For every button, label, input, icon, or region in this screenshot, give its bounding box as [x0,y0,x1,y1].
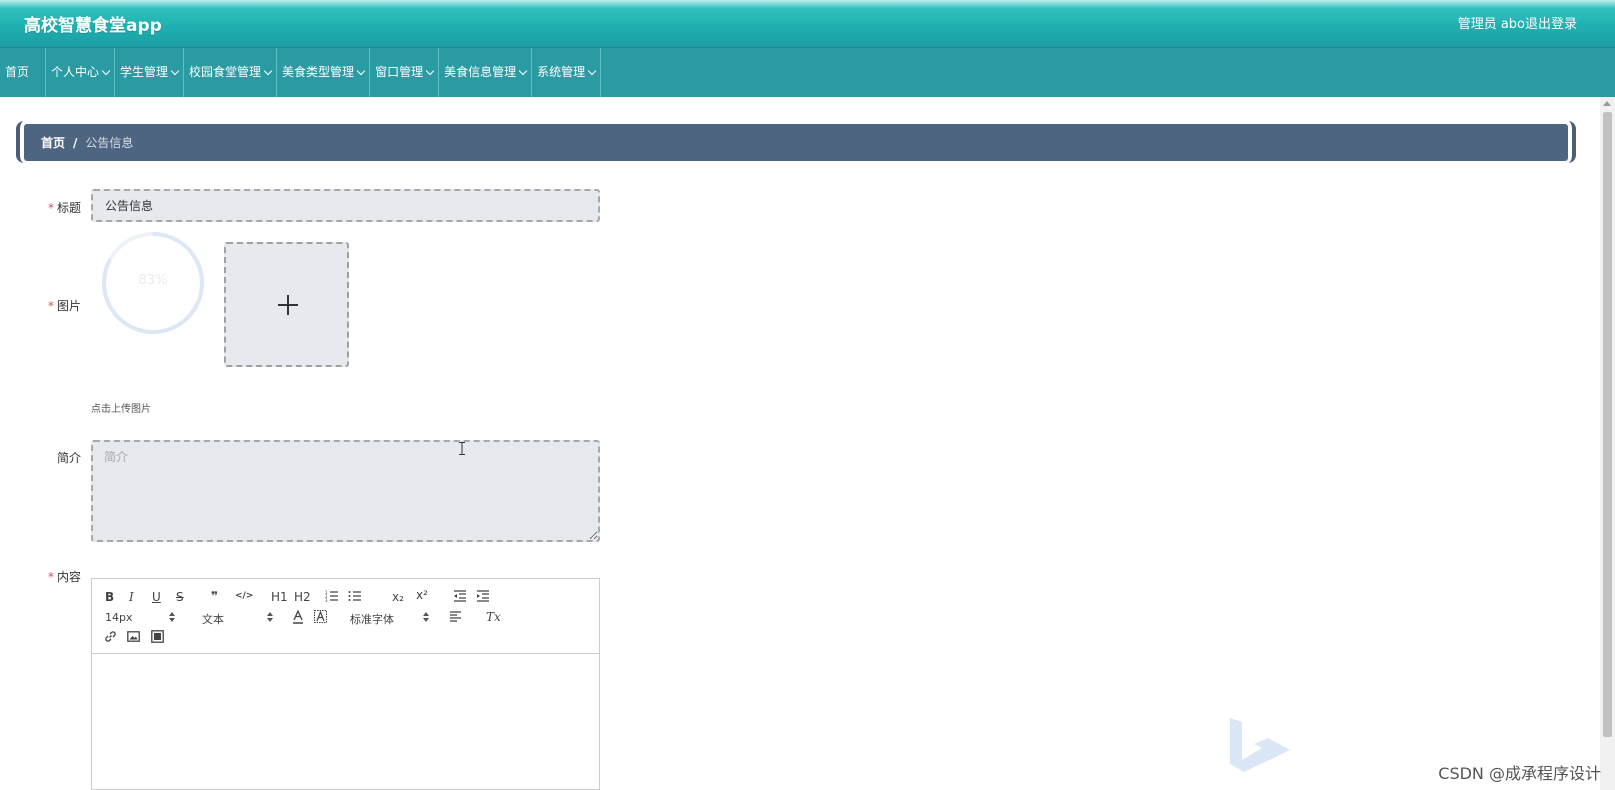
header-style-select[interactable]: 文本 [202,611,224,627]
nav-item-label: 美食信息管理 [444,65,517,79]
font-size-select[interactable]: 14px [105,611,133,624]
code-block-button[interactable]: </> [235,591,253,601]
intro-label: 简介 [56,451,81,465]
content-label: * 内容 [21,568,81,585]
nav-item-label: 校园食堂管理 [189,65,262,79]
breadcrumb-current: 公告信息 [85,136,134,150]
nav-item-3[interactable]: 校园食堂管理 [184,48,278,97]
indent-icon[interactable] [476,589,490,603]
editor-toolbar: B I U S ❞ </> H1 H2 123 x₂ x² 14px 文本 标准… [92,579,599,654]
font-size-arrows-icon [169,612,175,622]
superscript-button[interactable]: x² [416,588,428,602]
image-label-text: 图片 [56,299,81,313]
chevron-down-icon [587,66,597,75]
align-left-icon[interactable] [449,610,462,623]
clear-format-button[interactable]: Tx [486,610,501,624]
upload-progress-text: 83% [138,273,168,288]
text-cursor-icon [459,442,465,455]
nav-item-0[interactable]: 首页 [0,48,46,97]
watermark-logo-icon [1230,718,1290,772]
chevron-down-icon [425,66,435,75]
scroll-up-arrow-icon[interactable] [1603,101,1611,106]
header1-button[interactable]: H1 [271,590,288,604]
nav-item-1[interactable]: 个人中心 [46,48,116,97]
strikethrough-button[interactable]: S [176,590,184,604]
nav-item-label: 首页 [5,65,30,79]
breadcrumb: 首页 / 公告信息 [24,124,1568,161]
image-icon[interactable] [127,630,140,643]
chevron-down-icon [170,66,180,75]
main-nav: 首页 个人中心 学生管理 校园食堂管理 美食类型管理 窗口管理 美食信息管理 系统管理 [0,47,1615,97]
font-family-arrows-icon [423,612,429,622]
chevron-down-icon [518,66,528,75]
bold-button[interactable]: B [105,590,114,604]
nav-item-4[interactable]: 美食类型管理 [277,48,371,97]
nav-item-2[interactable]: 学生管理 [115,48,185,97]
image-label: * 图片 [21,297,81,314]
logout-link[interactable]: 退出登录 [1525,13,1577,32]
blockquote-button[interactable]: ❞ [211,589,218,603]
underline-button[interactable]: U [152,590,161,604]
header-style-arrows-icon [267,612,273,622]
header2-button[interactable]: H2 [294,590,311,604]
nav-item-label: 系统管理 [537,65,586,79]
nav-item-6[interactable]: 美食信息管理 [439,48,533,97]
svg-text:3: 3 [325,598,328,603]
ordered-list-icon[interactable]: 123 [325,589,339,603]
chevron-down-icon [101,66,111,75]
title-input[interactable] [91,189,600,222]
image-upload-button[interactable] [224,242,349,367]
breadcrumb-separator: / [73,135,78,150]
editor-content-area[interactable] [92,655,599,789]
required-mark: * [47,570,54,584]
nav-item-label: 美食类型管理 [282,65,355,79]
breadcrumb-home[interactable]: 首页 [41,134,65,151]
scrollbar-thumb[interactable] [1603,112,1612,737]
subscript-button[interactable]: x₂ [392,590,404,604]
italic-button[interactable]: I [129,590,134,604]
current-user: 管理员 abo [1457,17,1525,32]
chevron-down-icon [263,66,273,75]
app-title: 高校智慧食堂app [24,16,162,36]
bullet-list-icon[interactable] [348,589,362,603]
title-label: * 标题 [21,199,81,216]
required-mark: * [47,299,54,313]
nav-item-5[interactable]: 窗口管理 [370,48,440,97]
intro-placeholder: 简介 [104,450,129,464]
nav-item-label: 学生管理 [120,65,169,79]
nav-item-label: 个人中心 [51,65,100,79]
csdn-watermark: CSDN @成承程序设计 [1438,764,1601,783]
background-color-icon[interactable] [314,610,327,624]
intro-textarea[interactable] [91,440,600,542]
outdent-icon[interactable] [453,589,467,603]
top-header: 高校智慧食堂app 管理员 abo 退出登录 [0,0,1615,47]
rich-text-editor: B I U S ❞ </> H1 H2 123 x₂ x² 14px 文本 标准… [91,578,600,790]
upload-hint: 点击上传图片 [91,404,151,415]
font-family-select[interactable]: 标准字体 [350,611,394,627]
content-label-text: 内容 [56,570,81,584]
chevron-down-icon [356,66,366,75]
nav-item-label: 窗口管理 [375,65,424,79]
required-mark: * [47,201,54,215]
video-icon[interactable] [151,630,164,643]
link-icon[interactable] [104,630,117,643]
nav-item-7[interactable]: 系统管理 [532,48,602,97]
title-label-text: 标题 [56,201,81,215]
plus-icon-vertical [287,295,289,315]
text-color-icon[interactable] [292,610,304,624]
